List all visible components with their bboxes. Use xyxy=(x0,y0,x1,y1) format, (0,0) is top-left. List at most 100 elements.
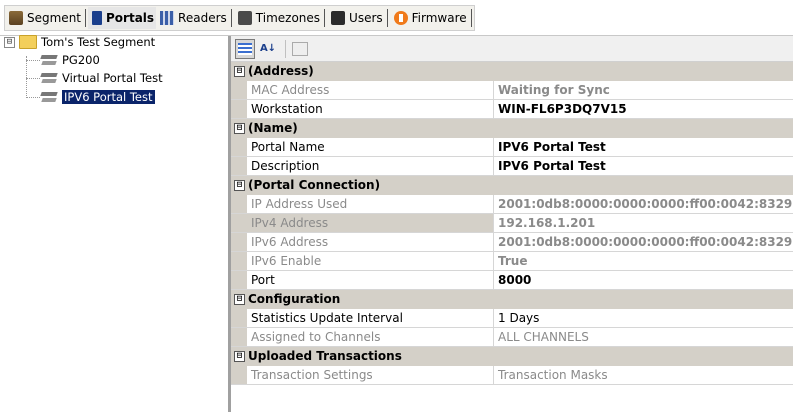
property-name: Portal Name xyxy=(247,138,494,156)
property-value: 192.168.1.201 xyxy=(498,216,596,230)
tree-item-label: Virtual Portal Test xyxy=(62,71,163,85)
property-name: IPv6 Enable xyxy=(247,252,494,270)
property-row[interactable]: Statistics Update Interval 1 Days xyxy=(231,309,793,328)
sort-alphabetical-icon: A↓ xyxy=(259,43,277,54)
tree-connector xyxy=(26,60,40,61)
tab-separator xyxy=(230,9,232,27)
category-address[interactable]: ⊟ (Address) xyxy=(231,62,793,81)
property-row[interactable]: Port 8000 xyxy=(231,271,793,290)
tab-firmware[interactable]: Firmware xyxy=(390,7,469,29)
tree-item-label: IPV6 Portal Test xyxy=(62,90,155,104)
row-gutter xyxy=(231,271,247,289)
category-label: Uploaded Transactions xyxy=(248,349,402,363)
tree-item-virtual-portal-test[interactable]: Virtual Portal Test xyxy=(40,70,163,86)
timezones-icon xyxy=(237,11,252,25)
property-row[interactable]: IPv6 Enable True xyxy=(231,252,793,271)
property-grid-toolbar: A↓ xyxy=(231,36,793,62)
category-label: Configuration xyxy=(248,292,341,306)
collapse-icon[interactable]: ⊟ xyxy=(234,66,245,77)
tab-segment[interactable]: Segment xyxy=(5,7,83,29)
row-gutter xyxy=(231,100,247,118)
tab-readers[interactable]: Readers xyxy=(156,7,229,29)
tree-connector xyxy=(26,78,40,79)
property-row[interactable]: Assigned to Channels ALL CHANNELS xyxy=(231,328,793,347)
category-name[interactable]: ⊟ (Name) xyxy=(231,119,793,138)
row-gutter xyxy=(231,195,247,213)
portal-icon xyxy=(40,53,58,67)
property-value: Transaction Masks xyxy=(498,368,608,382)
tab-timezones-label: Timezones xyxy=(255,11,321,25)
property-row[interactable]: Description IPV6 Portal Test xyxy=(231,157,793,176)
property-value: Waiting for Sync xyxy=(498,83,610,97)
property-value: 2001:0db8:0000:0000:0000:ff00:0042:8329 xyxy=(498,197,793,211)
property-name: IPv4 Address xyxy=(247,214,494,232)
property-value[interactable]: WIN-FL6P3DQ7V15 xyxy=(494,100,793,118)
property-row[interactable]: Transaction Settings Transaction Masks xyxy=(231,366,793,385)
tree-root-label: Tom's Test Segment xyxy=(41,35,156,49)
property-name: Workstation xyxy=(247,100,494,118)
collapse-icon[interactable]: ⊟ xyxy=(234,123,245,134)
firmware-icon xyxy=(393,11,408,25)
property-value[interactable]: 8000 xyxy=(494,271,793,289)
property-row-selected[interactable]: IPv4 Address 192.168.1.201 xyxy=(231,214,793,233)
property-name: Assigned to Channels xyxy=(247,328,494,346)
property-pages-icon xyxy=(292,41,308,56)
tab-users-label: Users xyxy=(349,11,383,25)
property-row[interactable]: IP Address Used 2001:0db8:0000:0000:0000… xyxy=(231,195,793,214)
property-name: IP Address Used xyxy=(247,195,494,213)
tree-connector xyxy=(26,97,40,98)
property-row[interactable]: Workstation WIN-FL6P3DQ7V15 xyxy=(231,100,793,119)
collapse-icon[interactable]: ⊟ xyxy=(234,180,245,191)
tab-users[interactable]: Users xyxy=(327,7,385,29)
tab-separator xyxy=(470,9,472,27)
tab-segment-label: Segment xyxy=(27,11,81,25)
row-gutter xyxy=(231,214,247,232)
property-value[interactable]: 1 Days xyxy=(494,309,793,327)
category-label: (Portal Connection) xyxy=(248,178,381,192)
segment-tree: ⊟ Tom's Test Segment PG200 Virtual Porta… xyxy=(0,34,228,412)
property-name: Statistics Update Interval xyxy=(247,309,494,327)
row-gutter xyxy=(231,309,247,327)
portal-icon xyxy=(40,90,58,104)
readers-icon xyxy=(160,11,175,25)
property-name: Port xyxy=(247,271,494,289)
segment-icon xyxy=(9,11,23,25)
tab-readers-label: Readers xyxy=(178,11,227,25)
tree-root-segment[interactable]: ⊟ Tom's Test Segment xyxy=(4,34,155,50)
property-value[interactable]: IPV6 Portal Test xyxy=(494,157,793,175)
property-name: MAC Address xyxy=(247,81,494,99)
folder-icon xyxy=(19,35,37,49)
collapse-icon[interactable]: ⊟ xyxy=(234,351,245,362)
alphabetical-button[interactable]: A↓ xyxy=(258,39,278,59)
categorized-button[interactable] xyxy=(235,38,255,59)
property-grid: A↓ ⊟ (Address) MAC Address Waiting for S… xyxy=(231,36,793,412)
property-value: True xyxy=(498,254,528,268)
tab-timezones[interactable]: Timezones xyxy=(234,7,322,29)
property-row[interactable]: IPv6 Address 2001:0db8:0000:0000:0000:ff… xyxy=(231,233,793,252)
row-gutter xyxy=(231,366,247,384)
tab-separator xyxy=(85,9,86,27)
category-uploaded-transactions[interactable]: ⊟ Uploaded Transactions xyxy=(231,347,793,366)
row-gutter xyxy=(231,138,247,156)
tree-item-pg200[interactable]: PG200 xyxy=(40,52,100,68)
categorized-icon xyxy=(238,42,252,55)
category-configuration[interactable]: ⊟ Configuration xyxy=(231,290,793,309)
row-gutter xyxy=(231,252,247,270)
collapse-icon[interactable]: ⊟ xyxy=(234,294,245,305)
property-row[interactable]: Portal Name IPV6 Portal Test xyxy=(231,138,793,157)
tree-item-label: PG200 xyxy=(62,53,100,67)
tree-item-ipv6-portal-test[interactable]: IPV6 Portal Test xyxy=(40,89,155,105)
portal-icon xyxy=(40,71,58,85)
tab-separator xyxy=(324,9,326,27)
tab-portals-label: Portals xyxy=(106,11,155,25)
property-value: 2001:0db8:0000:0000:0000:ff00:0042:8329 xyxy=(498,235,793,249)
tab-portals[interactable]: Portals xyxy=(88,7,157,29)
property-row[interactable]: MAC Address Waiting for Sync xyxy=(231,81,793,100)
property-pages-button[interactable] xyxy=(290,39,310,59)
property-name: Transaction Settings xyxy=(247,366,494,384)
category-label: (Name) xyxy=(248,121,298,135)
property-value[interactable]: IPV6 Portal Test xyxy=(494,138,793,156)
toolbar-separator xyxy=(285,39,286,58)
collapse-icon[interactable]: ⊟ xyxy=(4,36,15,48)
category-portal-connection[interactable]: ⊟ (Portal Connection) xyxy=(231,176,793,195)
